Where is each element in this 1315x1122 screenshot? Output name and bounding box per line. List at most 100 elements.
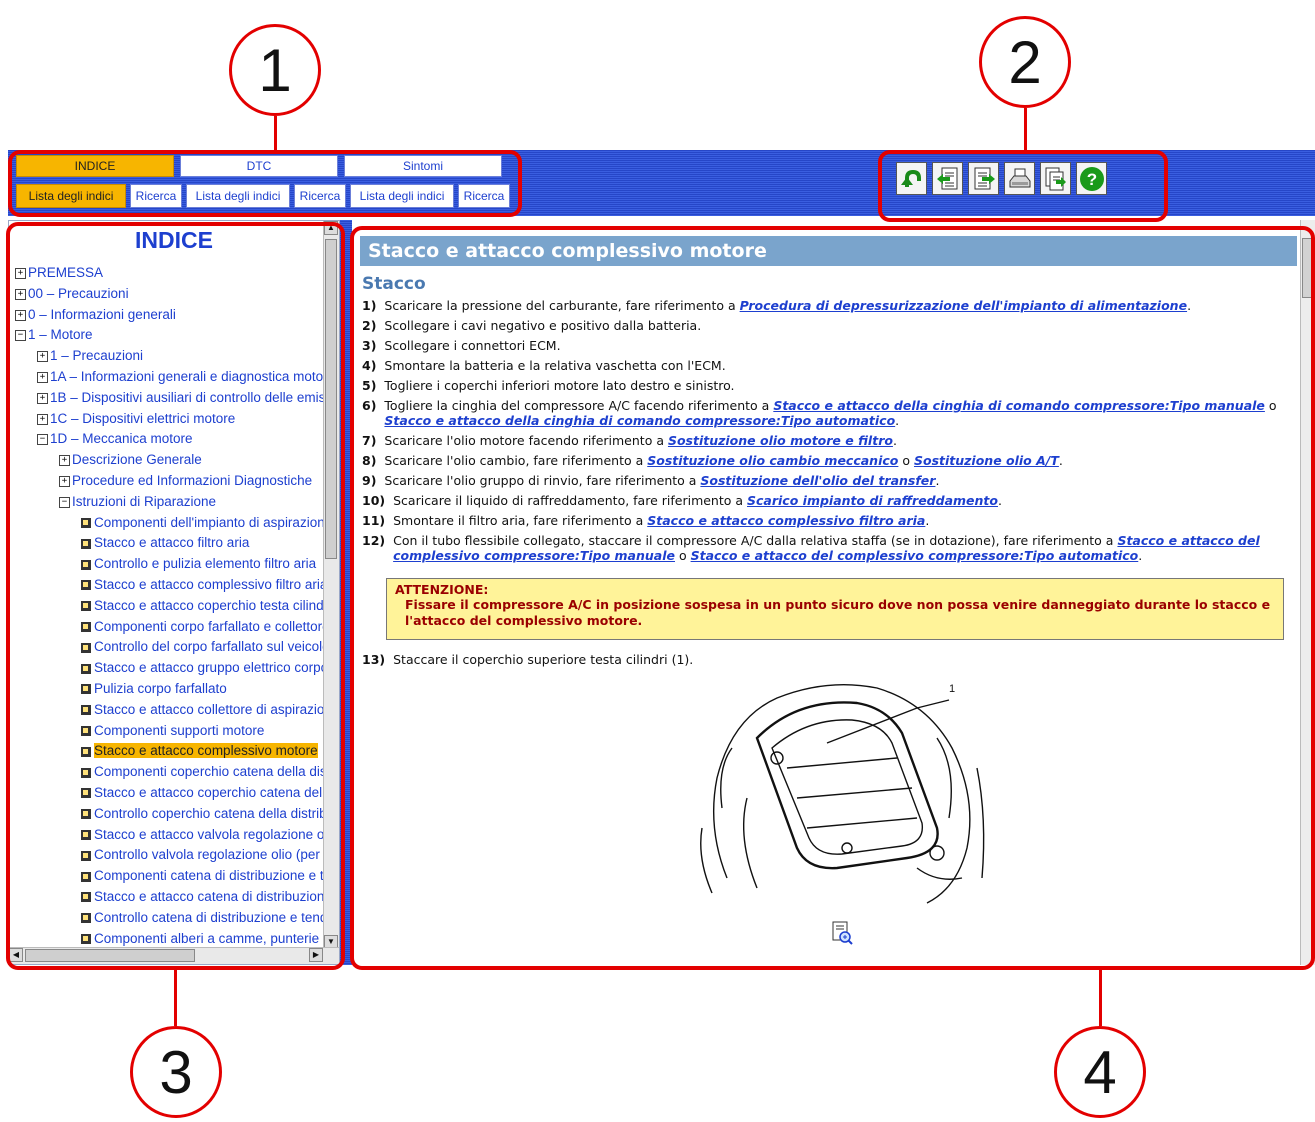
expand-icon[interactable]: + — [37, 351, 48, 363]
tree-item[interactable]: Stacco e attacco collettore di aspirazio… — [15, 700, 327, 721]
subtab-ricerca-sintomi[interactable]: Ricerca — [458, 184, 510, 208]
tree-item[interactable]: + Descrizione Generale — [15, 450, 327, 471]
tree-item[interactable]: −1 – Motore — [15, 325, 327, 346]
subtab-ricerca-dtc[interactable]: Ricerca — [294, 184, 346, 208]
tree-item[interactable]: Stacco e attacco complessivo motore — [15, 741, 327, 762]
tree-item[interactable]: Pulizia corpo farfallato — [15, 679, 327, 700]
expand-icon[interactable]: + — [37, 371, 48, 383]
step-number: 11) — [362, 513, 386, 528]
reference-link[interactable]: Stacco e attacco del complessivo compres… — [691, 548, 1139, 563]
document-page-icon — [81, 538, 91, 549]
back-arrow-icon — [900, 169, 921, 187]
tree-scroll-thumb[interactable] — [325, 239, 337, 559]
subtab-lista-indici-sintomi[interactable]: Lista degli indici — [350, 184, 454, 208]
tree-item[interactable]: Stacco e attacco valvola regolazione oli… — [15, 825, 327, 846]
tree-item[interactable]: +1A – Informazioni generali e diagnostic… — [15, 367, 327, 388]
tree-item-label: Stacco e attacco gruppo elettrico corpo … — [94, 660, 327, 676]
export-button[interactable] — [1040, 162, 1071, 195]
collapse-icon[interactable]: − — [59, 496, 70, 508]
tree-item[interactable]: Stacco e attacco filtro aria — [15, 533, 327, 554]
reference-link[interactable]: Sostituzione olio motore e filtro — [668, 433, 893, 448]
attention-box: ATTENZIONE: Fissare il compressore A/C i… — [386, 578, 1284, 640]
subtab-lista-indici-indice[interactable]: Lista degli indici — [16, 184, 126, 208]
reference-link[interactable]: Stacco e attacco complessivo filtro aria — [647, 513, 925, 528]
pane-divider[interactable] — [340, 220, 352, 965]
reference-link[interactable]: Sostituzione olio A/T — [914, 453, 1059, 468]
expand-icon[interactable]: + — [59, 475, 70, 487]
next-page-button[interactable] — [968, 162, 999, 195]
reference-link[interactable]: Procedura di depressurizzazione dell'imp… — [740, 298, 1187, 313]
expand-icon[interactable]: + — [15, 267, 26, 279]
step-text-fragment: Scaricare la pressione del carburante, f… — [384, 298, 740, 313]
tree-item[interactable]: Stacco e attacco complessivo filtro aria — [15, 575, 327, 596]
tree-item[interactable]: Componenti catena di distribuzione e ten… — [15, 866, 327, 887]
scroll-left-icon[interactable]: ◀ — [9, 948, 23, 962]
reference-link[interactable]: Sostituzione olio cambio meccanico — [647, 453, 898, 468]
tree-hscroll-thumb[interactable] — [25, 949, 195, 962]
callout-2: 2 — [979, 16, 1071, 108]
tab-indice[interactable]: INDICE — [16, 155, 174, 177]
tree-item[interactable]: +1 – Precauzioni — [15, 346, 327, 367]
expand-icon[interactable]: + — [15, 309, 26, 321]
expand-icon[interactable]: + — [15, 288, 26, 300]
tree-item[interactable]: Controllo coperchio catena della distrib… — [15, 804, 327, 825]
help-button[interactable]: ? — [1076, 162, 1107, 195]
reference-link[interactable]: Sostituzione dell'olio del transfer — [700, 473, 935, 488]
tree-item[interactable]: +0 – Informazioni generali — [15, 305, 327, 326]
tab-sintomi[interactable]: Sintomi — [344, 155, 502, 177]
collapse-icon[interactable]: − — [15, 330, 26, 342]
tree-item[interactable]: Stacco e attacco coperchio catena della … — [15, 783, 327, 804]
reference-link[interactable]: Stacco e attacco della cinghia di comand… — [773, 398, 1265, 413]
reference-link[interactable]: Scarico impianto di raffreddamento — [747, 493, 998, 508]
tree-item-label: Descrizione Generale — [72, 452, 202, 468]
previous-page-button[interactable] — [932, 162, 963, 195]
reference-link[interactable]: Stacco e attacco della cinghia di comand… — [384, 413, 895, 428]
tree-item[interactable]: + PREMESSA — [15, 263, 327, 284]
step-text: Togliere la cinghia del compressore A/C … — [384, 398, 1302, 428]
tree-item[interactable]: Stacco e attacco gruppo elettrico corpo … — [15, 658, 327, 679]
tree-item-label: Controllo e pulizia elemento filtro aria — [94, 556, 317, 572]
procedure-step: 4) Smontare la batteria e la relativa vas… — [362, 358, 1302, 373]
tree-item[interactable]: Componenti coperchio catena della distri… — [15, 762, 327, 783]
document-scroll-thumb[interactable] — [1302, 238, 1313, 298]
tab-dtc[interactable]: DTC — [180, 155, 338, 177]
tree-vertical-scrollbar[interactable]: ▲ ▼ — [323, 221, 339, 949]
tree-item[interactable]: Controllo e pulizia elemento filtro aria — [15, 554, 327, 575]
tree-item[interactable]: Stacco e attacco coperchio testa cilindr… — [15, 596, 327, 617]
tree-item[interactable]: Controllo catena di distribuzione e tend… — [15, 908, 327, 929]
back-button[interactable] — [896, 162, 927, 195]
print-button[interactable] — [1004, 162, 1035, 195]
tree-item[interactable]: Componenti supporti motore — [15, 721, 327, 742]
step-text: Con il tubo flessibile collegato, stacca… — [393, 533, 1302, 563]
step-text: Smontare il filtro aria, fare riferiment… — [393, 513, 929, 528]
document-vertical-scrollbar[interactable] — [1300, 220, 1315, 965]
tree-item[interactable]: −1D – Meccanica motore — [15, 429, 327, 450]
subtab-lista-indici-dtc[interactable]: Lista degli indici — [186, 184, 290, 208]
tree-item[interactable]: +1C – Dispositivi elettrici motore — [15, 409, 327, 430]
expand-icon[interactable]: + — [37, 413, 48, 425]
engine-cover-illustration[interactable]: 1 — [687, 678, 997, 908]
tree-item[interactable]: − Istruzioni di Riparazione — [15, 492, 327, 513]
tree-item[interactable]: + Procedure ed Informazioni Diagnostiche — [15, 471, 327, 492]
tree-item[interactable]: Componenti dell'impianto di aspirazione — [15, 513, 327, 534]
expand-icon[interactable]: + — [59, 455, 70, 467]
scroll-right-icon[interactable]: ▶ — [309, 948, 323, 962]
magnify-document-icon[interactable] — [830, 920, 854, 946]
expand-icon[interactable]: + — [37, 392, 48, 404]
tree-item[interactable]: Controllo valvola regolazione olio (per … — [15, 845, 327, 866]
procedure-step: 8) Scaricare l'olio cambio, fare riferime… — [362, 453, 1302, 468]
step-number: 9) — [362, 473, 377, 488]
tree-item[interactable]: Componenti corpo farfallato e collettore — [15, 617, 327, 638]
tree-horizontal-scrollbar[interactable]: ◀ ▶ — [9, 947, 339, 964]
section-heading: Stacco — [362, 274, 426, 294]
procedure-step: 7) Scaricare l'olio motore facendo riferi… — [362, 433, 1302, 448]
scroll-up-icon[interactable]: ▲ — [324, 221, 338, 235]
collapse-icon[interactable]: − — [37, 434, 48, 446]
tree-item[interactable]: Controllo del corpo farfallato sul veico… — [15, 637, 327, 658]
callout-4: 4 — [1054, 1026, 1146, 1118]
tree-item[interactable]: Stacco e attacco catena di distribuzione — [15, 887, 327, 908]
document-page-icon — [81, 913, 91, 924]
tree-item[interactable]: +00 – Precauzioni — [15, 284, 327, 305]
subtab-ricerca-indice[interactable]: Ricerca — [130, 184, 182, 208]
tree-item[interactable]: +1B – Dispositivi ausiliari di controllo… — [15, 388, 327, 409]
